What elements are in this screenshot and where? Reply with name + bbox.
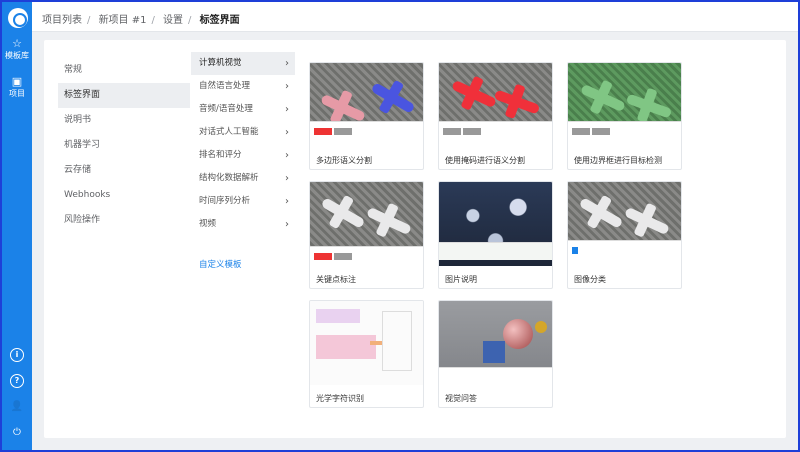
sidebar: ☆ 模板库 ▣ 项目 i ? 👤 ⏻	[2, 2, 32, 450]
settings-panel: 常规 标签界面 说明书 机器学习 云存储 Webhooks 风险操作 计算机视觉…	[44, 40, 786, 438]
template-card[interactable]: 多边形语义分割	[309, 62, 424, 170]
category-label: 对话式人工智能	[199, 127, 259, 137]
category-nav: 计算机视觉 › 自然语言处理 › 音频/语音处理 › 对话式人工智能 › 排名和评分 › …	[191, 52, 295, 236]
breadcrumb: 项目列表 / 新项目 #1/ 设置 / 标签界面	[42, 15, 240, 26]
chevron-right-icon: ›	[285, 150, 289, 161]
template-thumbnail	[439, 182, 552, 266]
category-label: 自然语言处理	[199, 81, 251, 91]
settings-nav-webhooks[interactable]: Webhooks	[58, 183, 190, 208]
settings-nav-labeling[interactable]: 标签界面	[58, 83, 190, 108]
breadcrumb-item-project[interactable]: 新项目 #1	[99, 15, 147, 26]
template-title: 多边形语义分割	[316, 156, 372, 165]
category-conversational-ai[interactable]: 对话式人工智能 ›	[191, 121, 295, 144]
folder-icon: ▣	[11, 75, 23, 88]
category-label: 时间序列分析	[199, 196, 251, 206]
template-card[interactable]: 图片说明	[438, 181, 553, 289]
top-bar: 项目列表 / 新项目 #1/ 设置 / 标签界面	[32, 2, 798, 32]
template-thumbnail	[310, 301, 423, 385]
breadcrumb-item-settings[interactable]: 设置	[163, 15, 183, 26]
template-thumbnail	[568, 63, 681, 147]
chevron-right-icon: ›	[285, 173, 289, 184]
template-title: 光学字符识别	[316, 394, 364, 403]
settings-nav-instructions[interactable]: 说明书	[58, 108, 190, 133]
chevron-right-icon: ›	[285, 219, 289, 230]
sidebar-item-label: 模板库	[5, 51, 29, 60]
template-title: 图片说明	[445, 275, 477, 284]
category-audio[interactable]: 音频/语音处理 ›	[191, 98, 295, 121]
template-thumbnail	[310, 182, 423, 266]
template-title: 关键点标注	[316, 275, 356, 284]
template-thumbnail	[310, 63, 423, 147]
category-video[interactable]: 视频 ›	[191, 213, 295, 236]
custom-template-link[interactable]: 自定义模板	[199, 258, 242, 270]
template-thumbnail	[439, 301, 552, 385]
template-card[interactable]: 关键点标注	[309, 181, 424, 289]
chevron-right-icon: ›	[285, 104, 289, 115]
category-label: 结构化数据解析	[199, 173, 259, 183]
sidebar-item-label: 项目	[9, 89, 25, 98]
category-label: 音频/语音处理	[199, 104, 253, 114]
template-card[interactable]: 视觉问答	[438, 300, 553, 408]
breadcrumb-item-projects[interactable]: 项目列表	[42, 15, 82, 26]
category-computer-vision[interactable]: 计算机视觉 ›	[191, 52, 295, 75]
chevron-right-icon: ›	[285, 81, 289, 92]
template-thumbnail	[568, 182, 681, 266]
chevron-right-icon: ›	[285, 58, 289, 69]
template-title: 使用掩码进行语义分割	[445, 156, 525, 165]
category-nlp[interactable]: 自然语言处理 ›	[191, 75, 295, 98]
chevron-right-icon: ›	[285, 196, 289, 207]
user-icon[interactable]: 👤	[10, 400, 24, 414]
info-icon[interactable]: i	[10, 348, 24, 362]
category-label: 视频	[199, 219, 217, 229]
breadcrumb-current: 标签界面	[199, 15, 240, 26]
template-title: 图像分类	[574, 275, 606, 284]
template-card[interactable]: 光学字符识别	[309, 300, 424, 408]
category-ranking[interactable]: 排名和评分 ›	[191, 144, 295, 167]
template-card[interactable]: 使用边界框进行目标检测	[567, 62, 682, 170]
chevron-right-icon: ›	[285, 127, 289, 138]
category-time-series[interactable]: 时间序列分析 ›	[191, 190, 295, 213]
app-logo[interactable]	[8, 8, 28, 28]
settings-nav-general[interactable]: 常规	[58, 58, 190, 83]
settings-nav-ml[interactable]: 机器学习	[58, 133, 190, 158]
settings-nav: 常规 标签界面 说明书 机器学习 云存储 Webhooks 风险操作	[58, 58, 190, 233]
settings-nav-danger[interactable]: 风险操作	[58, 208, 190, 233]
help-icon[interactable]: ?	[10, 374, 24, 388]
category-label: 排名和评分	[199, 150, 242, 160]
settings-nav-storage[interactable]: 云存储	[58, 158, 190, 183]
sidebar-item-projects[interactable]: ▣ 项目	[2, 76, 32, 99]
power-icon[interactable]: ⏻	[10, 426, 24, 440]
sidebar-item-templates[interactable]: ☆ 模板库	[2, 38, 32, 61]
category-structured-data[interactable]: 结构化数据解析 ›	[191, 167, 295, 190]
template-title: 使用边界框进行目标检测	[574, 156, 662, 165]
template-card[interactable]: 图像分类	[567, 181, 682, 289]
category-label: 计算机视觉	[199, 58, 242, 68]
template-thumbnail	[439, 63, 552, 147]
template-card[interactable]: 使用掩码进行语义分割	[438, 62, 553, 170]
template-title: 视觉问答	[445, 394, 477, 403]
star-icon: ☆	[12, 37, 22, 50]
